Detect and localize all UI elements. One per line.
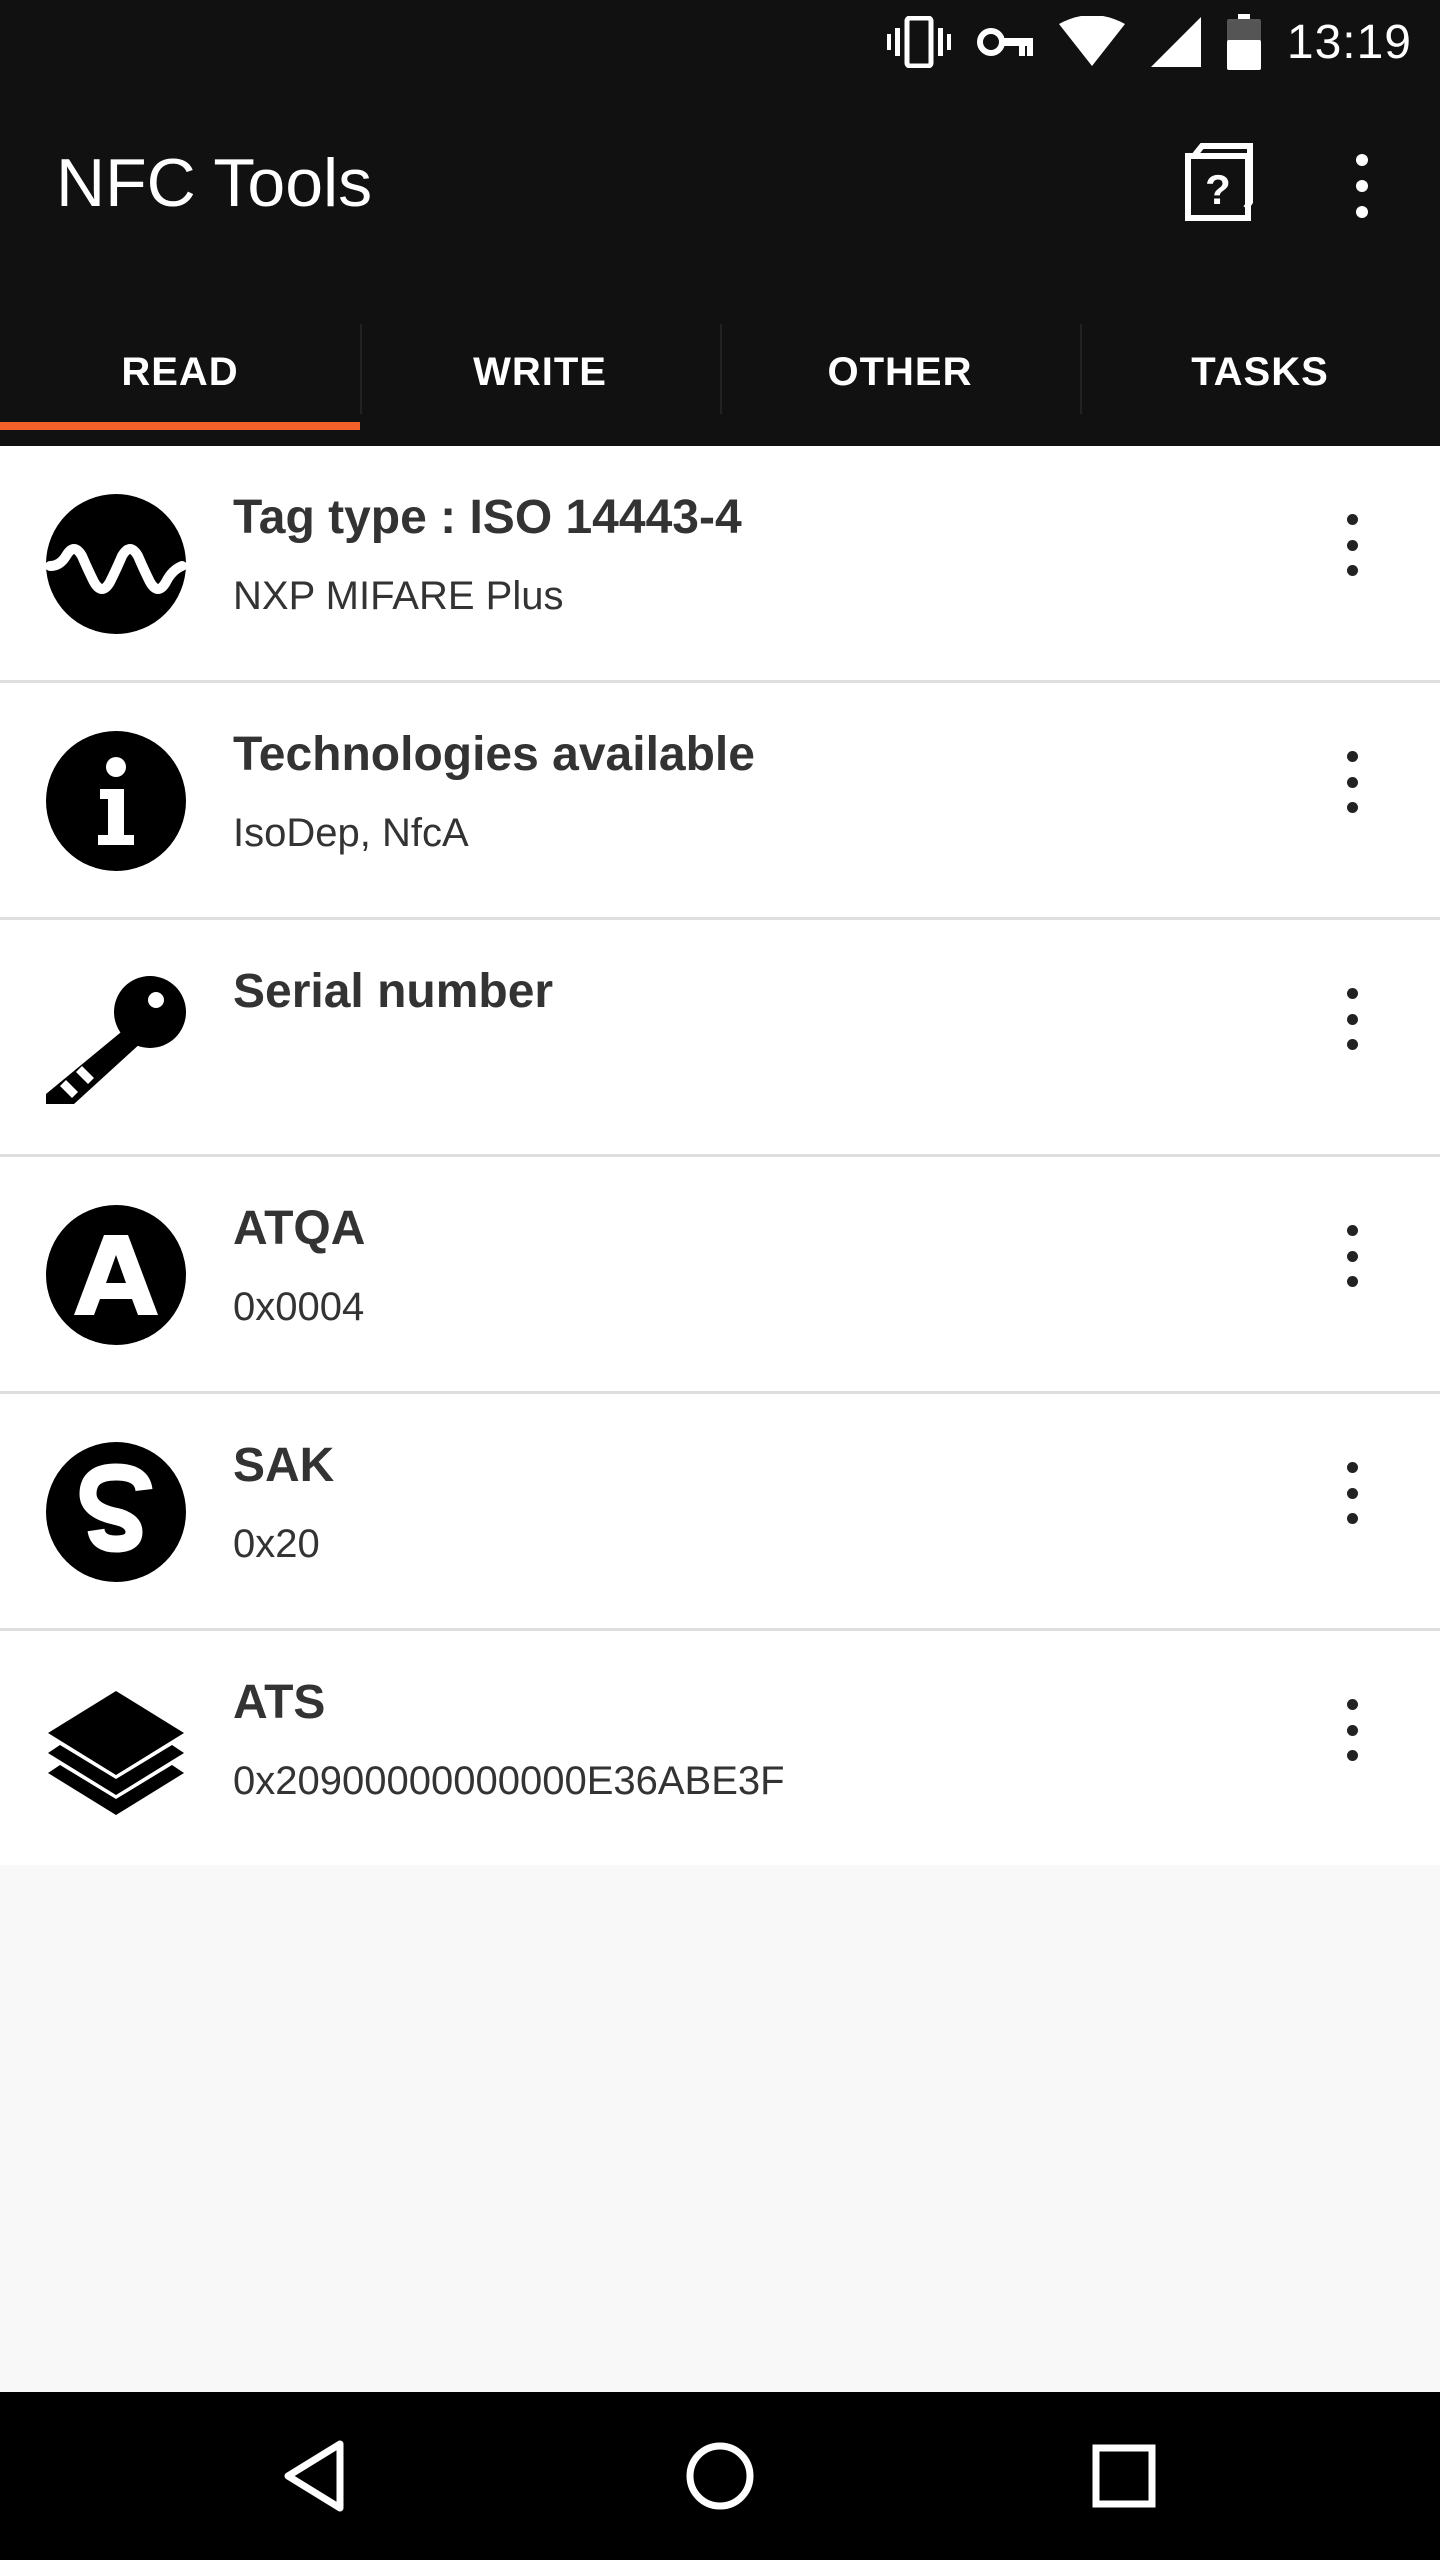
item-menu-button[interactable] [1328, 984, 1376, 1054]
overflow-menu-icon [1356, 154, 1368, 166]
list-item-serial-number[interactable]: Serial number [0, 920, 1440, 1157]
list-item-tag-type[interactable]: Tag type : ISO 14443-4 NXP MIFARE Plus [0, 446, 1440, 683]
item-title: Serial number [233, 965, 554, 1018]
nav-home-button[interactable] [680, 2436, 760, 2516]
vpn-key-icon [976, 28, 1033, 56]
item-menu-button[interactable] [1328, 1221, 1376, 1291]
tab-selected-indicator [0, 422, 360, 430]
item-menu-button[interactable] [1328, 1458, 1376, 1528]
wifi-icon [1058, 16, 1125, 66]
letter-s-icon [46, 1442, 186, 1582]
item-value: 0x20 [233, 1522, 320, 1566]
list-item-technologies[interactable]: Technologies available IsoDep, NfcA [0, 683, 1440, 920]
nav-back-button[interactable] [276, 2436, 356, 2516]
letter-a-icon [46, 1205, 186, 1345]
item-value: IsoDep, NfcA [233, 811, 469, 855]
more-vert-icon [1346, 751, 1358, 762]
item-title: ATQA [233, 1202, 366, 1255]
key-icon [46, 976, 186, 1104]
item-menu-button[interactable] [1328, 1695, 1376, 1765]
status-time: 13:19 [1286, 15, 1412, 69]
item-menu-button[interactable] [1328, 747, 1376, 817]
tab-label: READ [121, 349, 239, 394]
item-title: Tag type : ISO 14443-4 [233, 491, 742, 544]
signal-icon [1150, 17, 1201, 67]
item-menu-button[interactable] [1328, 510, 1376, 580]
tab-tasks[interactable]: TASKS [1080, 312, 1440, 446]
more-vert-icon [1346, 514, 1358, 525]
recents-icon [1092, 2444, 1156, 2508]
back-icon [284, 2440, 344, 2512]
tab-write[interactable]: WRITE [360, 312, 720, 446]
more-vert-icon [1346, 1225, 1358, 1236]
item-title: SAK [233, 1439, 335, 1492]
help-icon: ? [1185, 143, 1253, 221]
tab-divider [1080, 324, 1082, 414]
item-value: 0x0004 [233, 1285, 365, 1329]
more-vert-icon [1346, 1699, 1358, 1710]
layers-icon [48, 1691, 184, 1815]
more-vert-icon [1346, 988, 1358, 999]
item-title: ATS [233, 1676, 326, 1729]
list-item-sak[interactable]: SAK 0x20 [0, 1394, 1440, 1631]
list-item-atqa[interactable]: ATQA 0x0004 [0, 1157, 1440, 1394]
tab-read[interactable]: READ [0, 312, 360, 446]
system-nav-bar [0, 2392, 1440, 2560]
help-button[interactable]: ? [1180, 142, 1254, 222]
tab-label: TASKS [1191, 349, 1329, 394]
item-title: Technologies available [233, 728, 755, 781]
wave-icon [45, 494, 187, 634]
tab-label: WRITE [473, 349, 607, 394]
tab-other[interactable]: OTHER [720, 312, 1080, 446]
list-item-ats[interactable]: ATS 0x20900000000000E36ABE3F [0, 1631, 1440, 1865]
status-bar: 13:19 [0, 0, 1440, 84]
home-icon [686, 2442, 754, 2510]
item-value: 0x20900000000000E36ABE3F [233, 1759, 785, 1803]
tag-info-list: Tag type : ISO 14443-4 NXP MIFARE Plus T… [0, 446, 1440, 1865]
more-vert-icon [1346, 1462, 1358, 1473]
app-title: NFC Tools [56, 145, 373, 221]
tab-divider [360, 324, 362, 414]
svg-text:?: ? [1205, 166, 1231, 213]
nav-recents-button[interactable] [1084, 2436, 1164, 2516]
item-value: NXP MIFARE Plus [233, 574, 564, 618]
tab-divider [720, 324, 722, 414]
tab-label: OTHER [827, 349, 973, 394]
tab-bar: READ WRITE OTHER TASKS [0, 312, 1440, 446]
info-icon [46, 731, 186, 871]
vibrate-icon [886, 16, 951, 68]
battery-icon [1226, 14, 1261, 70]
overflow-menu-button[interactable] [1330, 150, 1394, 222]
